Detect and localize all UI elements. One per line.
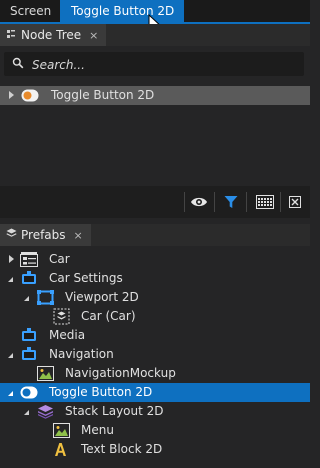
prefab-item-label: Car Settings: [49, 271, 123, 285]
prefab-item-car-settings[interactable]: Car Settings: [0, 269, 310, 288]
toolbar-divider: [280, 192, 281, 212]
eye-icon: [191, 197, 207, 207]
text-block-icon: [55, 443, 66, 456]
filter-icon: [224, 196, 238, 208]
close-prefabs-icon[interactable]: ×: [74, 225, 83, 247]
search-icon: [12, 57, 24, 69]
image-icon: [37, 366, 54, 381]
collapse-arrow-icon[interactable]: [8, 353, 13, 358]
node-tree-toolbar: [0, 186, 310, 218]
prefab-item-label: Viewport 2D: [65, 290, 139, 304]
search-input[interactable]: [30, 55, 294, 75]
collapse-icon: [289, 196, 301, 208]
collapse-arrow-icon[interactable]: [24, 410, 29, 415]
car-prefab-icon: [20, 252, 38, 267]
prefab-item-media[interactable]: Media: [0, 326, 310, 345]
node-tree-header: Node Tree ×: [0, 24, 310, 46]
filter-button[interactable]: [218, 186, 244, 218]
prefabs-tab[interactable]: Prefabs ×: [0, 224, 91, 246]
tree-item-label: Toggle Button 2D: [51, 88, 155, 102]
grid-button[interactable]: [252, 186, 278, 218]
toolbar-divider: [246, 192, 247, 212]
tab-screen[interactable]: Screen: [10, 0, 51, 22]
expand-arrow-icon[interactable]: [9, 255, 14, 263]
search-box[interactable]: [4, 52, 304, 76]
prefab-item-label: Car (Car): [81, 309, 136, 323]
image-icon: [53, 423, 70, 438]
pin-icon: [6, 26, 16, 48]
prefab-item-viewport-2d[interactable]: Viewport 2D: [0, 288, 310, 307]
screen-prefab-icon: [22, 271, 36, 284]
collapse-arrow-icon[interactable]: [8, 391, 13, 396]
visibility-button[interactable]: [186, 186, 212, 218]
grid-icon: [256, 195, 274, 209]
prefab-item-navigationmockup[interactable]: NavigationMockup: [0, 364, 310, 383]
toggle-button-icon: [21, 89, 39, 102]
collapse-arrow-icon[interactable]: [8, 277, 13, 282]
toolbar-divider: [214, 192, 215, 212]
viewport-icon: [37, 290, 54, 305]
layers-icon: [6, 226, 17, 248]
prefab-item-navigation[interactable]: Navigation: [0, 345, 310, 364]
close-node-tree-icon[interactable]: ×: [89, 25, 98, 47]
node-tree-title: Node Tree: [21, 28, 82, 42]
toggle-button-icon: [20, 386, 38, 399]
prefab-item-car[interactable]: Car: [0, 250, 310, 269]
tab-screen-label: Screen: [10, 4, 52, 18]
prefab-item-label: Stack Layout 2D: [65, 404, 164, 418]
prefab-item-stack-layout-2d[interactable]: Stack Layout 2D: [0, 402, 310, 421]
prefab-item-car-car[interactable]: Car (Car): [0, 307, 310, 326]
prefab-item-label: Menu: [81, 423, 114, 437]
prefab-item-label: Navigation: [49, 347, 114, 361]
prefab-item-menu[interactable]: Menu: [0, 421, 310, 440]
prefab-item-label: Car: [49, 252, 70, 266]
prefab-item-label: Media: [49, 328, 86, 342]
tree-item-toggle-button-2d[interactable]: Toggle Button 2D: [0, 86, 310, 105]
prefab-item-label: NavigationMockup: [65, 366, 176, 380]
prefab-item-label: Toggle Button 2D: [49, 385, 153, 399]
prefabs-title: Prefabs: [21, 228, 66, 242]
stack-layout-icon: [38, 405, 53, 419]
screen-prefab-icon: [22, 347, 36, 360]
screen-prefab-icon: [22, 328, 36, 341]
prefab-item-text-block-2d[interactable]: Text Block 2D: [0, 440, 310, 459]
tab-toggle-button-2d[interactable]: Toggle Button 2D×: [60, 0, 184, 40]
prefabs-header: Prefabs ×: [0, 224, 310, 246]
collapse-arrow-icon[interactable]: [24, 296, 29, 301]
toolbar-divider: [184, 192, 185, 212]
collapse-all-button[interactable]: [283, 186, 309, 218]
prefab-item-label: Text Block 2D: [81, 442, 163, 456]
prefab-placeholder-icon: [53, 308, 70, 325]
node-tree-tab[interactable]: Node Tree ×: [0, 24, 107, 48]
prefab-item-toggle-button-2d[interactable]: Toggle Button 2D: [0, 383, 310, 402]
expand-arrow-icon[interactable]: [9, 91, 14, 99]
